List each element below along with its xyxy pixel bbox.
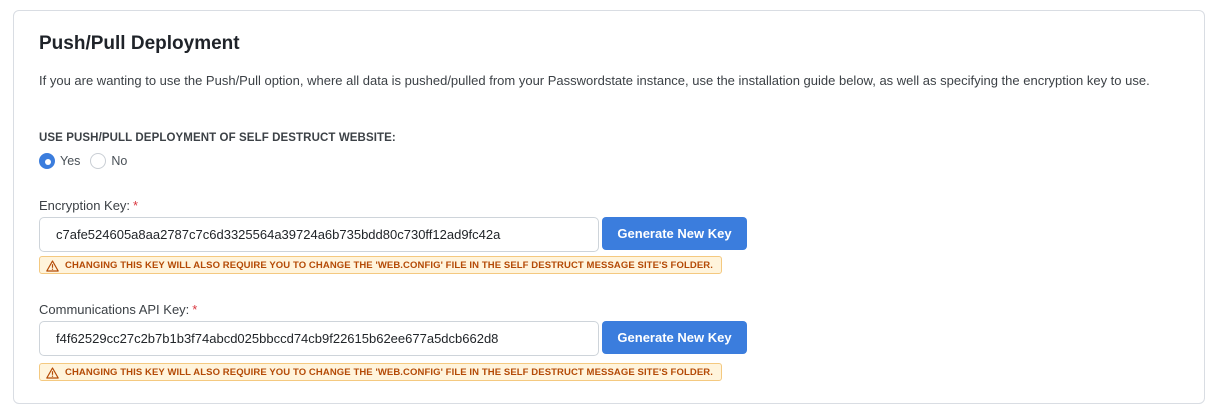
push-pull-card: Push/Pull Deployment If you are wanting … [13,10,1205,404]
required-marker: * [192,302,198,317]
encryption-key-input[interactable] [39,217,599,252]
encryption-key-label-text: Encryption Key: [39,198,131,213]
api-key-label: Communications API Key: * [39,302,197,317]
api-key-input[interactable] [39,321,599,356]
api-key-label-text: Communications API Key: [39,302,190,317]
radio-no-indicator[interactable] [90,153,107,169]
radio-yes-label: Yes [60,154,81,168]
radio-no[interactable]: No [90,153,127,169]
warning-triangle-icon [46,259,59,272]
section-title: Push/Pull Deployment [39,33,240,54]
encryption-key-warning: CHANGING THIS KEY WILL ALSO REQUIRE YOU … [39,256,722,274]
section-description: If you are wanting to use the Push/Pull … [39,73,1150,88]
generate-encryption-key-button[interactable]: Generate New Key [602,217,747,250]
encryption-key-warning-text: CHANGING THIS KEY WILL ALSO REQUIRE YOU … [65,259,713,271]
generate-api-key-button[interactable]: Generate New Key [602,321,747,354]
api-key-warning-text: CHANGING THIS KEY WILL ALSO REQUIRE YOU … [65,366,713,378]
deployment-option-label: USE PUSH/PULL DEPLOYMENT OF SELF DESTRUC… [39,132,396,144]
deployment-radio-group: Yes No [39,153,137,169]
warning-triangle-icon [46,366,59,379]
required-marker: * [133,198,139,213]
radio-no-label: No [111,154,128,168]
radio-yes-indicator[interactable] [39,153,55,169]
encryption-key-label: Encryption Key: * [39,198,138,213]
radio-yes[interactable]: Yes [39,153,80,169]
api-key-warning: CHANGING THIS KEY WILL ALSO REQUIRE YOU … [39,363,722,381]
